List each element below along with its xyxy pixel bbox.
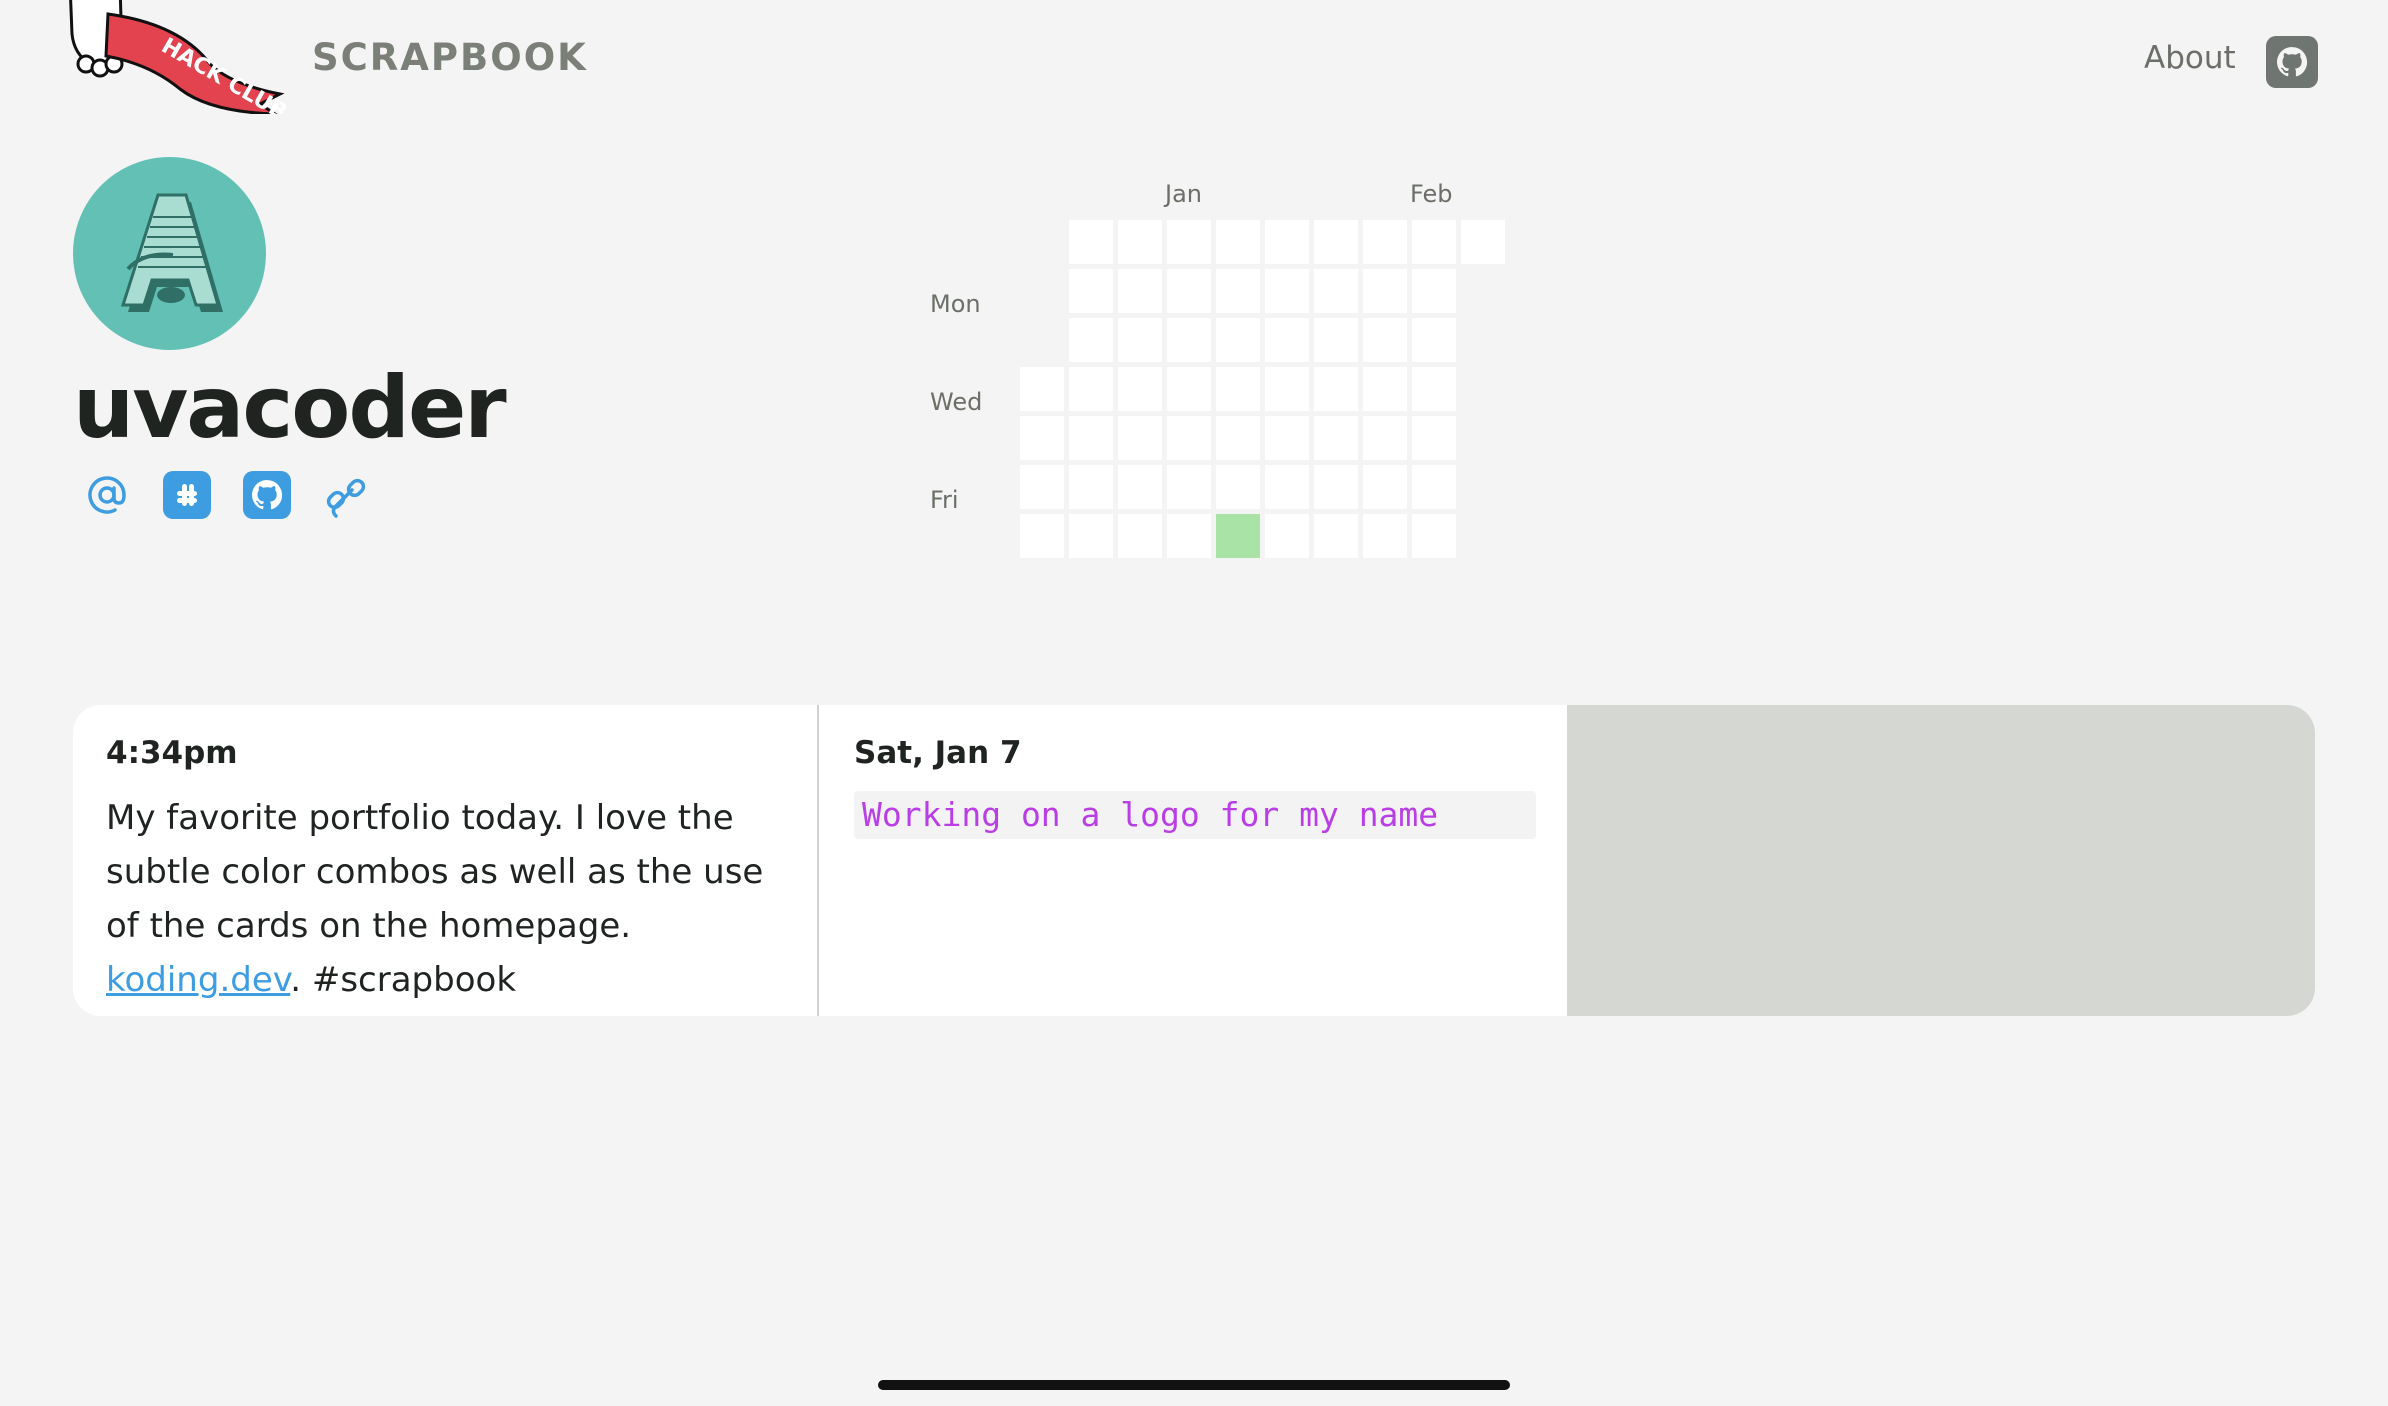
heatmap-cell[interactable]: [1265, 269, 1309, 313]
heatmap-cell[interactable]: [1216, 269, 1260, 313]
heatmap-cell[interactable]: [1167, 416, 1211, 460]
heatmap-cell[interactable]: [1363, 416, 1407, 460]
github-icon[interactable]: [2266, 36, 2318, 88]
heatmap-cell[interactable]: [1265, 465, 1309, 509]
home-indicator: [878, 1380, 1510, 1390]
day-label: Mon: [930, 290, 981, 318]
day-label: Fri: [930, 486, 959, 514]
heatmap-cell[interactable]: [1314, 416, 1358, 460]
heatmap-cell[interactable]: [1118, 514, 1162, 558]
brand-title[interactable]: SCRAPBOOK: [312, 36, 588, 79]
heatmap-cell[interactable]: [1216, 220, 1260, 264]
heatmap-cell[interactable]: [1069, 465, 1113, 509]
post-time: 4:34pm: [106, 735, 238, 771]
heatmap-cell[interactable]: [1167, 318, 1211, 362]
heatmap-cell[interactable]: [1167, 220, 1211, 264]
heatmap-cell[interactable]: [1363, 318, 1407, 362]
heatmap-cell[interactable]: [1314, 514, 1358, 558]
heatmap-cell[interactable]: [1363, 367, 1407, 411]
heatmap-cell[interactable]: [1412, 220, 1456, 264]
post-card-placeholder: [1567, 705, 2315, 1016]
post-text: My favorite portfolio today. I love the …: [106, 791, 796, 1007]
heatmap-cell[interactable]: [1216, 465, 1260, 509]
social-links: [82, 470, 382, 522]
heatmap-cell[interactable]: [1265, 514, 1309, 558]
heatmap-cell[interactable]: [1412, 269, 1456, 313]
heatmap-cell[interactable]: [1118, 318, 1162, 362]
heatmap-cell[interactable]: [1020, 465, 1064, 509]
heatmap-cell[interactable]: [1314, 269, 1358, 313]
heatmap-cell[interactable]: [1314, 367, 1358, 411]
heatmap-cell[interactable]: [1118, 220, 1162, 264]
heatmap-cell[interactable]: [1069, 367, 1113, 411]
day-label: Wed: [930, 388, 983, 416]
heatmap-cell[interactable]: [1069, 514, 1113, 558]
heatmap-cell[interactable]: [1020, 367, 1064, 411]
heatmap-cell[interactable]: [1069, 269, 1113, 313]
heatmap-cell[interactable]: [1265, 220, 1309, 264]
heatmap-cell[interactable]: [1069, 416, 1113, 460]
heatmap-cell[interactable]: [1069, 318, 1113, 362]
heatmap-cell[interactable]: [1118, 416, 1162, 460]
activity-heatmap: Jan Feb Mon Wed Fri: [900, 170, 1520, 570]
post-code: Working on a logo for my name: [854, 791, 1536, 839]
github-icon[interactable]: [242, 470, 292, 520]
link-icon[interactable]: [322, 470, 372, 520]
heatmap-cell[interactable]: [1314, 465, 1358, 509]
heatmap-cell[interactable]: [1412, 318, 1456, 362]
heatmap-cell[interactable]: [1020, 514, 1064, 558]
heatmap-cell[interactable]: [1412, 367, 1456, 411]
heatmap-cell[interactable]: [1461, 220, 1505, 264]
heatmap-cell[interactable]: [1167, 367, 1211, 411]
month-label: Jan: [1165, 180, 1202, 208]
avatar: [73, 157, 266, 350]
heatmap-cell[interactable]: [1020, 416, 1064, 460]
heatmap-cell[interactable]: [1216, 367, 1260, 411]
heatmap-cell[interactable]: [1363, 514, 1407, 558]
heatmap-cell[interactable]: [1363, 220, 1407, 264]
heatmap-cell[interactable]: [1265, 367, 1309, 411]
post-text-end: . #scrapbook: [290, 960, 517, 1000]
post-card[interactable]: 4:34pm My favorite portfolio today. I lo…: [73, 705, 819, 1016]
post-card[interactable]: Sat, Jan 7 Working on a logo for my name: [821, 705, 1567, 1016]
heatmap-cell[interactable]: [1314, 220, 1358, 264]
top-nav: HACK CLUB SCRAPBOOK About: [0, 0, 2388, 125]
about-link[interactable]: About: [2144, 40, 2236, 76]
month-label: Feb: [1410, 180, 1453, 208]
heatmap-cell[interactable]: [1363, 465, 1407, 509]
heatmap-cell[interactable]: [1167, 269, 1211, 313]
heatmap-cell[interactable]: [1118, 269, 1162, 313]
heatmap-cell[interactable]: [1216, 318, 1260, 362]
posts-row: 4:34pm My favorite portfolio today. I lo…: [73, 705, 2315, 1016]
heatmap-cell[interactable]: [1265, 318, 1309, 362]
post-link[interactable]: koding.dev: [106, 960, 290, 1000]
heatmap-cell[interactable]: [1167, 465, 1211, 509]
post-date: Sat, Jan 7: [854, 735, 1022, 771]
heatmap-cell[interactable]: [1412, 416, 1456, 460]
heatmap-cell[interactable]: [1216, 416, 1260, 460]
heatmap-cell[interactable]: [1363, 269, 1407, 313]
heatmap-cell[interactable]: [1412, 465, 1456, 509]
slack-icon[interactable]: [162, 470, 212, 520]
at-sign-icon[interactable]: [82, 470, 132, 520]
profile-username: uvacoder: [73, 358, 507, 458]
heatmap-cell[interactable]: [1118, 465, 1162, 509]
heatmap-cell[interactable]: [1216, 514, 1260, 558]
heatmap-cell[interactable]: [1118, 367, 1162, 411]
post-text-start: My favorite portfolio today. I love the …: [106, 798, 764, 946]
heatmap-cell[interactable]: [1069, 220, 1113, 264]
hack-club-flag-logo[interactable]: HACK CLUB: [60, 0, 300, 125]
heatmap-cell[interactable]: [1265, 416, 1309, 460]
heatmap-cell[interactable]: [1314, 318, 1358, 362]
heatmap-cell[interactable]: [1167, 514, 1211, 558]
heatmap-cell[interactable]: [1412, 514, 1456, 558]
